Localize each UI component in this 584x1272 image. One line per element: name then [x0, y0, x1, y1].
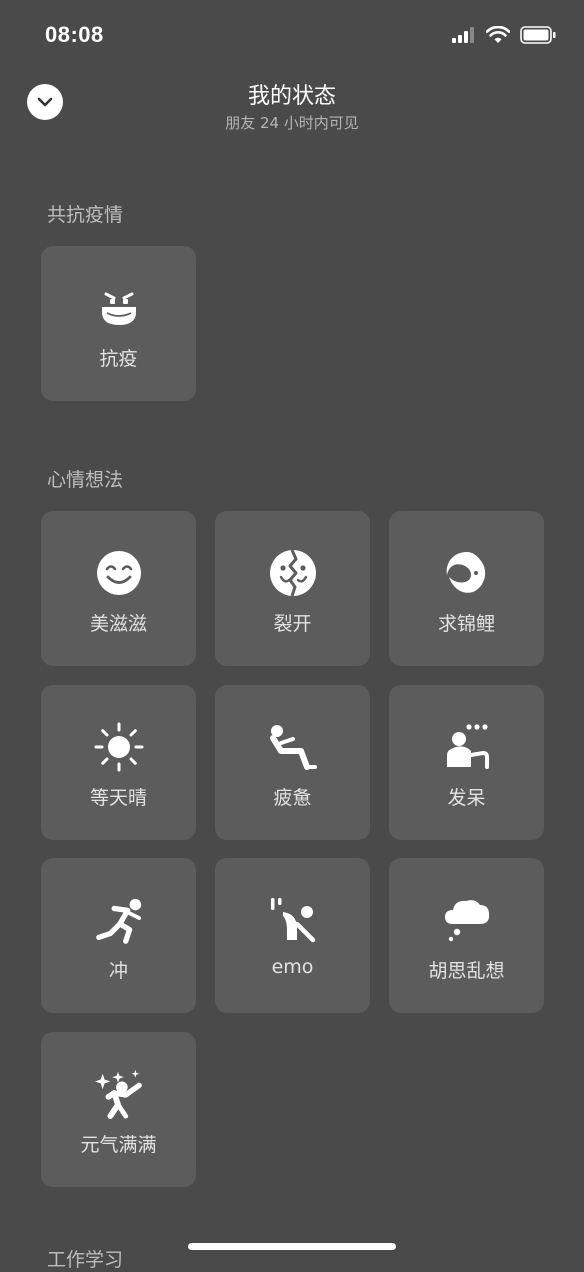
sad-person-crouching-icon [270, 898, 315, 943]
status-tile-piyu[interactable]: 疲惫 [215, 685, 370, 840]
cellular-signal-icon [452, 27, 474, 43]
tile-label: 元气满满 [80, 1134, 157, 1156]
page-title: 我的状态 [247, 84, 336, 109]
home-indicator[interactable] [188, 1243, 396, 1250]
tile-label: 求锦鲤 [437, 613, 495, 635]
thought-cloud-icon [444, 900, 489, 942]
section-label-mood: 心情想法 [47, 469, 124, 491]
status-tile-chong[interactable]: 冲 [41, 858, 196, 1013]
tile-label: 抗疫 [99, 348, 138, 370]
daydreaming-person-icon [446, 724, 489, 769]
tile-label: 裂开 [273, 613, 312, 635]
tile-label: 冲 [108, 960, 128, 982]
status-icons [452, 26, 556, 44]
status-bar: 08:08 [0, 0, 584, 74]
status-tile-husiluanxiang[interactable]: 胡思乱想 [389, 858, 544, 1013]
koi-fish-icon [446, 552, 485, 593]
tile-label: 等天晴 [89, 787, 147, 809]
battery-icon [520, 26, 556, 44]
tile-label: 胡思乱想 [428, 960, 505, 982]
status-tile-liekai[interactable]: 裂开 [215, 511, 370, 666]
masked-face-icon [101, 292, 136, 325]
energetic-person-icon [94, 1069, 142, 1120]
tile-label: 美滋滋 [89, 613, 147, 635]
running-person-icon [95, 898, 141, 944]
status-tile-emo[interactable]: emo [215, 858, 370, 1013]
sun-icon [94, 722, 143, 772]
section-label-fight: 共抗疫情 [47, 204, 124, 226]
status-tile-fadai[interactable]: 发呆 [389, 685, 544, 840]
status-tile-dengtianqing[interactable]: 等天晴 [41, 685, 196, 840]
status-tile-qiujinli[interactable]: 求锦鲤 [389, 511, 544, 666]
tile-label: 发呆 [447, 787, 486, 809]
status-tile-kangyi[interactable]: 抗疫 [41, 246, 196, 401]
tile-label: 疲惫 [273, 787, 312, 809]
header: 我的状态 朋友 24 小时内可见 [0, 74, 584, 154]
status-tile-yuanqimanman[interactable]: 元气满满 [41, 1032, 196, 1187]
smiling-face-icon [96, 551, 141, 595]
status-tile-meizizi[interactable]: 美滋滋 [41, 511, 196, 666]
tired-person-icon [269, 725, 317, 770]
cracked-face-icon [269, 549, 316, 597]
wifi-icon [486, 26, 510, 43]
status-time: 08:08 [45, 22, 104, 47]
tile-label: emo [271, 956, 314, 978]
page-subtitle: 朋友 24 小时内可见 [225, 114, 359, 132]
section-label-work: 工作学习 [47, 1249, 124, 1271]
